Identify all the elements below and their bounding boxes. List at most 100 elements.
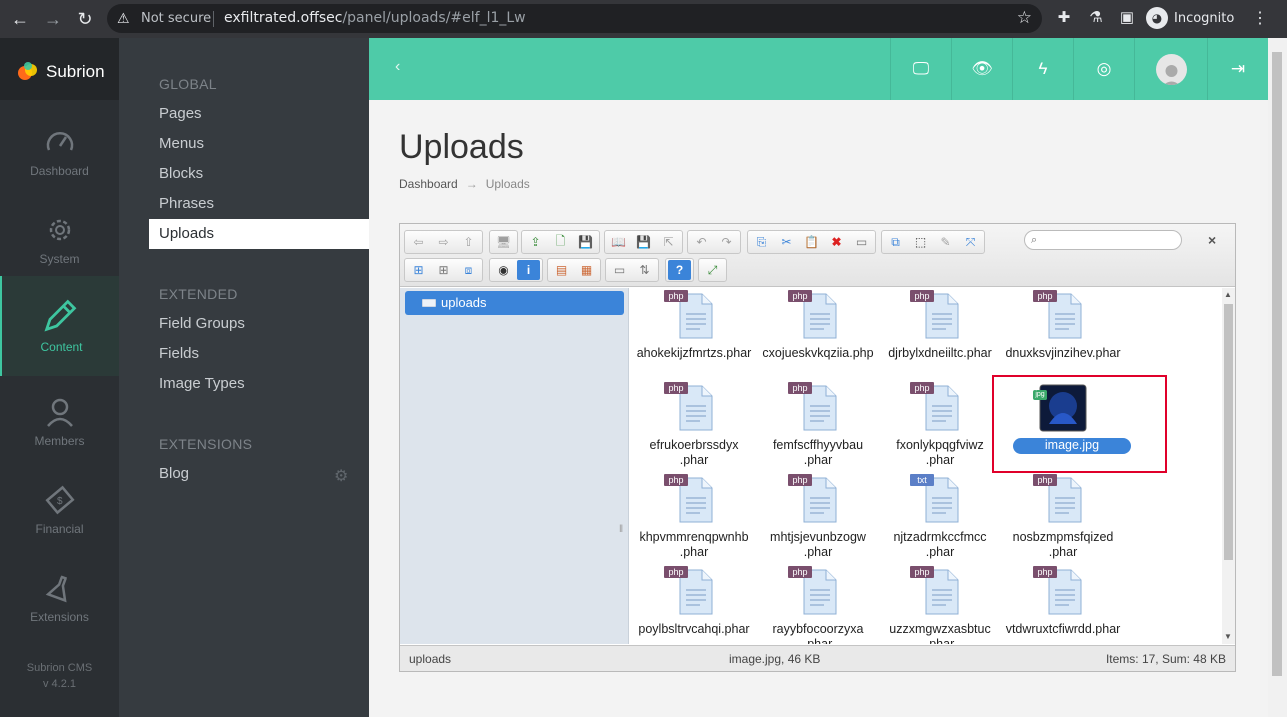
file-item[interactable]: php vtdwruxtcfiwrdd.phar <box>1001 564 1125 644</box>
user-menu[interactable] <box>1134 38 1207 100</box>
copy-icon[interactable]: ⎘ <box>750 232 773 252</box>
lab-icon[interactable]: ⚗ <box>1086 8 1106 28</box>
undo-icon[interactable]: ↶ <box>690 232 713 252</box>
sidebar-item-extensions[interactable]: Extensions <box>0 552 119 640</box>
close-icon[interactable]: × <box>1208 232 1216 248</box>
download-icon[interactable]: 💾 <box>632 232 655 252</box>
drive-icon <box>422 299 436 307</box>
duplicate-icon[interactable]: ⧉ <box>884 232 907 252</box>
view-grid-icon[interactable]: ⊞ <box>432 260 455 280</box>
subnav-item-uploads[interactable]: Uploads <box>149 219 369 249</box>
file-item[interactable]: txt njtzadrmkccfmcc .phar <box>878 472 1002 562</box>
url-text[interactable]: exfiltrated.offsec/panel/uploads/#elf_l1… <box>224 10 526 26</box>
file-item[interactable]: php djrbylxdneiiltc.phar <box>878 288 1002 378</box>
file-name-line1: khpvmmrenqpwnhb <box>639 530 749 544</box>
file-item[interactable]: php poylbsltrvcahqi.phar <box>632 564 756 644</box>
sidebar-item-members[interactable]: Members <box>0 376 119 464</box>
collapse-chevron-icon[interactable]: ‹ <box>395 58 400 76</box>
tree-item-uploads[interactable]: uploads <box>405 291 624 315</box>
sidebar-item-financial[interactable]: $ Financial <box>0 464 119 552</box>
breadcrumb-dashboard[interactable]: Dashboard <box>399 177 458 191</box>
lifebuoy-icon[interactable]: ◎ <box>1073 38 1134 100</box>
subnav-item-pages[interactable]: Pages <box>149 99 369 129</box>
cut-icon[interactable]: ✂ <box>775 232 798 252</box>
resize-handle[interactable]: ‖ <box>619 524 623 535</box>
logo[interactable]: Subrion <box>0 38 119 100</box>
file-item[interactable]: php mhtjsjevunbzogw .phar <box>756 472 880 562</box>
gear-icon[interactable]: ⚙ <box>334 466 348 486</box>
file-item[interactable]: php efrukoerbrssdyx .phar <box>632 380 756 470</box>
sidepanel-icon[interactable]: ▣ <box>1117 8 1137 28</box>
sort-icon[interactable]: ⇅ <box>633 260 656 280</box>
extensions-icon[interactable]: ✚ <box>1054 8 1074 28</box>
file-item[interactable]: php khpvmmrenqpwnhb .phar <box>632 472 756 562</box>
view-icons-icon[interactable]: ⊞ <box>407 260 430 280</box>
fullscreen-icon[interactable]: ⤢ <box>701 260 724 280</box>
forward-arrow-icon[interactable]: ⇨ <box>432 232 455 252</box>
sidebar-item-system[interactable]: System <box>0 194 119 282</box>
scroll-thumb[interactable] <box>1224 304 1233 560</box>
file-item[interactable]: php nosbzmpmsfqized .phar <box>1001 472 1125 562</box>
scroll-down-icon[interactable]: ▼ <box>1224 632 1232 641</box>
edit-icon[interactable]: ✎ <box>934 232 957 252</box>
quicklook-eye-icon[interactable]: ◉ <box>492 260 515 280</box>
reload-icon[interactable]: ↻ <box>73 7 97 31</box>
file-item[interactable]: php ahokekijzfmrtzs.phar <box>632 288 756 378</box>
monitor-icon[interactable]: 🖵 <box>890 38 951 100</box>
breadcrumb-current: Uploads <box>485 177 530 191</box>
empty-icon[interactable]: ▭ <box>850 232 873 252</box>
file-item[interactable]: php femfscffhyyvbau .phar <box>756 380 880 470</box>
resize-icon[interactable]: ⤧ <box>959 232 982 252</box>
paste-icon[interactable]: 📋 <box>800 232 823 252</box>
page-scrollbar[interactable] <box>1268 38 1287 717</box>
logout-icon[interactable]: ⇥ <box>1207 38 1268 100</box>
eye-icon[interactable]: 👁 <box>951 38 1012 100</box>
info-icon[interactable]: i <box>517 260 540 280</box>
address-bar[interactable]: ⚠ Not secure exfiltrated.offsec/panel/up… <box>107 4 1042 33</box>
file-item[interactable]: php fxonlykpqgfviwz .phar <box>878 380 1002 470</box>
up-arrow-icon[interactable]: ⇧ <box>457 232 480 252</box>
new-file-icon[interactable]: 🗋 <box>549 232 572 252</box>
page-scroll-thumb[interactable] <box>1272 52 1282 676</box>
netmount-group: 🖥 <box>489 230 518 254</box>
search-text-icon[interactable]: ▭ <box>608 260 631 280</box>
view-tiles-icon[interactable]: ⧈ <box>457 260 480 280</box>
incognito-label: Incognito <box>1174 10 1235 26</box>
file-item[interactable]: php cxojueskvkqziia.php <box>756 288 880 378</box>
netmount-icon[interactable]: 🖥 <box>492 232 515 252</box>
open-icon[interactable]: 📖 <box>607 232 630 252</box>
forward-icon[interactable]: → <box>41 7 65 31</box>
subnav-item-menus[interactable]: Menus <box>149 129 369 159</box>
subnav-item-fields[interactable]: Fields <box>149 339 369 369</box>
select-icon[interactable]: ⇱ <box>657 232 680 252</box>
subnav-item-blocks[interactable]: Blocks <box>149 159 369 189</box>
file-item[interactable]: php uzzxmgwzxasbtuc .phar <box>878 564 1002 644</box>
upload-icon[interactable]: ⇪ <box>524 232 547 252</box>
sidebar-label: Extensions <box>30 610 89 624</box>
back-icon[interactable]: ← <box>8 7 32 31</box>
back-arrow-icon[interactable]: ⇦ <box>407 232 430 252</box>
subnav-item-phrases[interactable]: Phrases <box>149 189 369 219</box>
sidebar-item-content[interactable]: Content <box>0 276 119 376</box>
search-input[interactable]: ⌕ <box>1024 230 1182 250</box>
subnav-item-field-groups[interactable]: Field Groups <box>149 309 369 339</box>
save-icon[interactable]: 💾 <box>574 232 597 252</box>
delete-icon[interactable]: ✖ <box>825 232 848 252</box>
scroll-up-icon[interactable]: ▲ <box>1224 290 1232 299</box>
extract-icon[interactable]: ▤ <box>550 260 573 280</box>
menu-icon[interactable]: ⋮ <box>1252 8 1268 28</box>
rename-icon[interactable]: ⬚ <box>909 232 932 252</box>
bookmark-star-icon[interactable]: ☆ <box>1017 8 1032 28</box>
file-item[interactable]: php dnuxksvjinzihev.phar <box>1001 288 1125 378</box>
file-item[interactable]: php rayybfocoorzyxa .phar <box>756 564 880 644</box>
help-icon[interactable]: ? <box>668 260 691 280</box>
lightning-icon[interactable]: ϟ <box>1012 38 1073 100</box>
file-name: djrbylxdneiiltc.phar <box>880 346 1000 361</box>
redo-icon[interactable]: ↷ <box>715 232 738 252</box>
section-header-global: GLOBAL <box>159 76 217 92</box>
sidebar-item-dashboard[interactable]: Dashboard <box>0 106 119 194</box>
incognito-badge[interactable]: ◕ Incognito <box>1146 5 1234 31</box>
subnav-item-image-types[interactable]: Image Types <box>149 369 369 399</box>
archive-icon[interactable]: ▦ <box>575 260 598 280</box>
file-list-scrollbar[interactable]: ▲ ▼ <box>1222 288 1235 644</box>
